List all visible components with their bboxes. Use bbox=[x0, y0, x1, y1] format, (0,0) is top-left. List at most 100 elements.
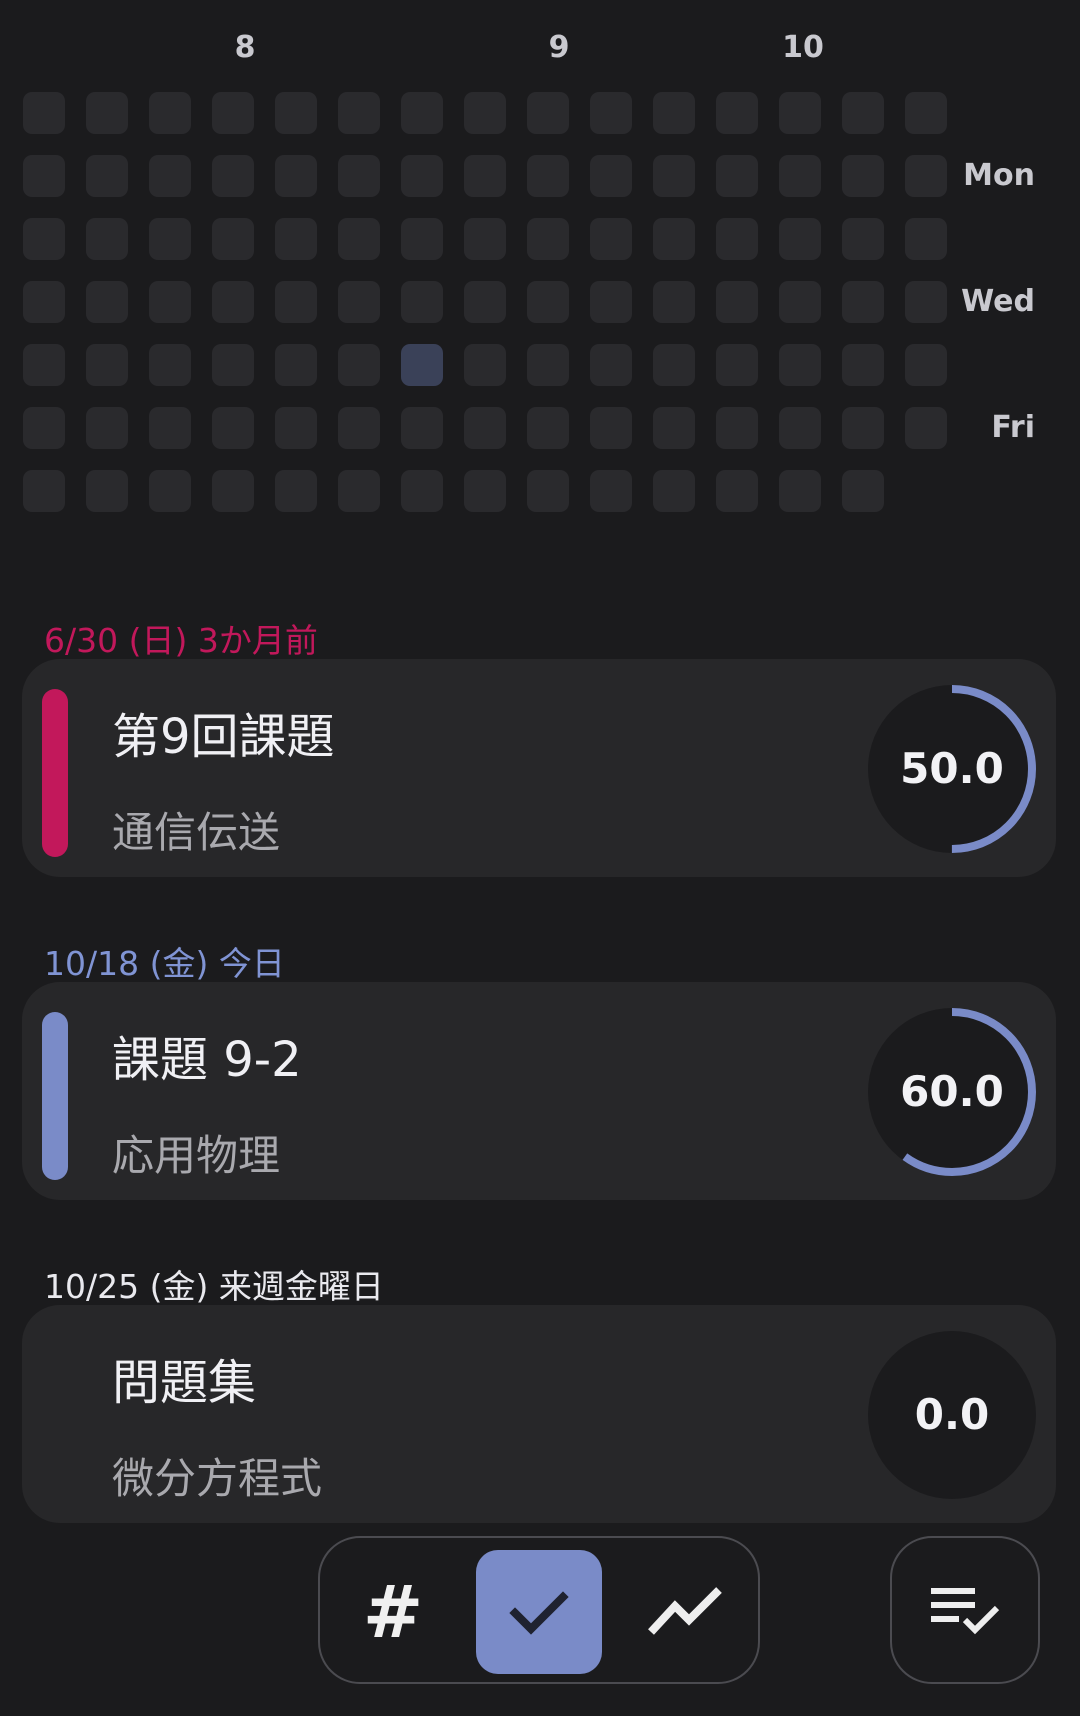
heatmap-cell bbox=[149, 155, 191, 197]
checklist-button[interactable] bbox=[890, 1536, 1040, 1684]
heatmap-cell bbox=[653, 281, 695, 323]
heatmap-cell bbox=[23, 218, 65, 260]
trend-icon bbox=[648, 1587, 722, 1635]
heatmap-cell bbox=[338, 470, 380, 512]
heatmap-cell bbox=[338, 407, 380, 449]
hash-icon: # bbox=[362, 1570, 424, 1654]
day-label-wed: Wed bbox=[961, 284, 1035, 319]
heatmap-cell bbox=[275, 92, 317, 134]
assignment-subject: 通信伝送 bbox=[112, 808, 281, 857]
score-ring: 60.0 bbox=[868, 1008, 1036, 1176]
heatmap-cell bbox=[23, 155, 65, 197]
group-date: 10/18 (金) 今日 bbox=[44, 944, 285, 983]
group-date: 6/30 (日) 3か月前 bbox=[44, 621, 318, 660]
heatmap-cell bbox=[590, 344, 632, 386]
heatmap-cell bbox=[779, 155, 821, 197]
heatmap-cell bbox=[779, 218, 821, 260]
heatmap-cell bbox=[149, 470, 191, 512]
heatmap-cell bbox=[590, 155, 632, 197]
heatmap-cell bbox=[905, 92, 947, 134]
activity-heatmap: 8 9 10 Mon Wed Fri bbox=[0, 0, 1080, 540]
heatmap-cell bbox=[212, 407, 254, 449]
heatmap-cell bbox=[23, 344, 65, 386]
heatmap-cell bbox=[716, 344, 758, 386]
assignment-card[interactable]: 問題集 微分方程式 0.0 bbox=[22, 1305, 1056, 1523]
heatmap-cell bbox=[86, 344, 128, 386]
heatmap-cell bbox=[149, 407, 191, 449]
heatmap-cell bbox=[590, 407, 632, 449]
checklist-icon bbox=[931, 1588, 1000, 1635]
heatmap-cell bbox=[338, 281, 380, 323]
heatmap-cell bbox=[905, 407, 947, 449]
heatmap-cell bbox=[527, 407, 569, 449]
heatmap-cell bbox=[779, 470, 821, 512]
heatmap-cell bbox=[401, 155, 443, 197]
heatmap-cell bbox=[905, 344, 947, 386]
assignment-title: 課題 9-2 bbox=[112, 1032, 302, 1088]
heatmap-cell bbox=[716, 407, 758, 449]
heatmap-cell bbox=[338, 344, 380, 386]
stats-tab[interactable] bbox=[622, 1550, 748, 1674]
heatmap-cell bbox=[86, 92, 128, 134]
check-icon bbox=[509, 1591, 569, 1635]
heatmap-cell bbox=[212, 470, 254, 512]
heatmap-cell bbox=[275, 470, 317, 512]
tags-tab[interactable]: # bbox=[330, 1550, 456, 1674]
heatmap-cell bbox=[149, 218, 191, 260]
heatmap-cell bbox=[842, 407, 884, 449]
heatmap-cell bbox=[23, 407, 65, 449]
heatmap-cell bbox=[590, 470, 632, 512]
heatmap-cell bbox=[212, 155, 254, 197]
assignment-subject: 微分方程式 bbox=[112, 1454, 323, 1503]
heatmap-cell bbox=[401, 92, 443, 134]
heatmap-cell bbox=[401, 218, 443, 260]
heatmap-cell bbox=[86, 470, 128, 512]
heatmap-cell bbox=[779, 344, 821, 386]
assignment-card[interactable]: 第9回課題 通信伝送 50.0 bbox=[22, 659, 1056, 877]
heatmap-cell bbox=[401, 470, 443, 512]
heatmap-cell bbox=[401, 281, 443, 323]
heatmap-cell bbox=[527, 218, 569, 260]
heatmap-cell bbox=[716, 218, 758, 260]
heatmap-cell bbox=[86, 281, 128, 323]
heatmap-cell bbox=[212, 281, 254, 323]
heatmap-cell bbox=[842, 218, 884, 260]
month-label-8: 8 bbox=[234, 30, 256, 65]
heatmap-cell bbox=[653, 470, 695, 512]
heatmap-cell bbox=[653, 218, 695, 260]
group-date: 10/25 (金) 来週金曜日 bbox=[44, 1267, 384, 1306]
heatmap-cell bbox=[716, 281, 758, 323]
assignment-card[interactable]: 課題 9-2 応用物理 60.0 bbox=[22, 982, 1056, 1200]
heatmap-cell bbox=[401, 344, 443, 386]
heatmap-cell bbox=[842, 470, 884, 512]
heatmap-cell bbox=[275, 344, 317, 386]
heatmap-cell bbox=[590, 281, 632, 323]
assignments-tab[interactable] bbox=[476, 1550, 602, 1674]
score-ring: 0.0 bbox=[868, 1331, 1036, 1499]
heatmap-cell bbox=[905, 281, 947, 323]
score-value: 50.0 bbox=[900, 744, 1004, 793]
heatmap-cell bbox=[464, 155, 506, 197]
heatmap-cell bbox=[338, 155, 380, 197]
day-label-fri: Fri bbox=[991, 410, 1035, 445]
heatmap-cell bbox=[149, 92, 191, 134]
heatmap-cell bbox=[23, 281, 65, 323]
month-label-9: 9 bbox=[548, 30, 570, 65]
heatmap-cell bbox=[527, 92, 569, 134]
heatmap-cell bbox=[275, 281, 317, 323]
heatmap-cell bbox=[464, 281, 506, 323]
accent-bar bbox=[42, 1012, 68, 1180]
heatmap-cell bbox=[716, 470, 758, 512]
heatmap-cell bbox=[149, 344, 191, 386]
heatmap-cell bbox=[338, 92, 380, 134]
heatmap-cell bbox=[23, 470, 65, 512]
heatmap-cell bbox=[212, 344, 254, 386]
heatmap-cell bbox=[527, 281, 569, 323]
heatmap-cell bbox=[716, 92, 758, 134]
assignment-title: 第9回課題 bbox=[112, 709, 335, 765]
heatmap-cell bbox=[653, 344, 695, 386]
heatmap-cell bbox=[779, 92, 821, 134]
heatmap-cell bbox=[527, 155, 569, 197]
heatmap-cell bbox=[842, 281, 884, 323]
heatmap-cell bbox=[905, 155, 947, 197]
